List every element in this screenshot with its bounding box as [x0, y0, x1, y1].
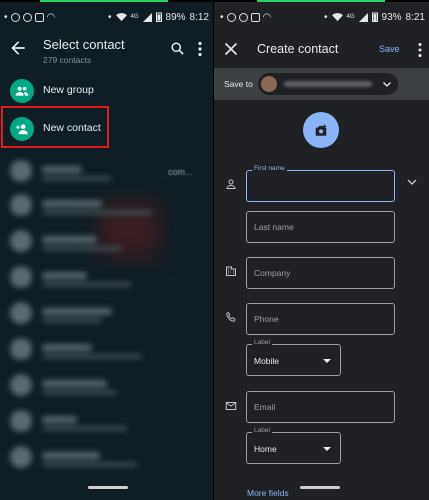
email-placeholder: Email	[254, 402, 276, 412]
back-arrow-icon[interactable]	[8, 38, 28, 58]
more-options-icon[interactable]	[417, 42, 423, 58]
last-name-placeholder: Last name	[254, 222, 294, 232]
app-icon	[250, 12, 260, 22]
app-icon	[34, 12, 44, 22]
cell-signal-icon	[358, 12, 368, 22]
list-item[interactable]	[8, 336, 208, 366]
top-indicator	[214, 0, 429, 2]
phone-label-value: Mobile	[254, 356, 280, 366]
phone-label-caption: Label	[252, 339, 272, 346]
email-icon	[225, 402, 237, 410]
whatsapp-icon	[10, 12, 20, 22]
group-icon	[10, 79, 34, 103]
network-type: 4G	[346, 14, 355, 20]
battery-icon	[371, 12, 378, 22]
last-name-field[interactable]: Last name	[246, 211, 395, 243]
clock: 8:21	[405, 11, 425, 23]
nav-handle[interactable]	[300, 486, 340, 489]
new-group-label: New group	[43, 84, 94, 96]
chevron-down-icon[interactable]	[406, 176, 418, 188]
list-item[interactable]	[8, 192, 208, 222]
highlight-box	[1, 106, 109, 148]
battery-percent: 89%	[165, 11, 186, 23]
close-icon[interactable]	[224, 42, 238, 56]
top-indicator	[0, 0, 213, 2]
page-title: Create contact	[257, 42, 339, 56]
first-name-field[interactable]: First name	[246, 165, 395, 202]
network-type: 4G	[130, 14, 139, 20]
account-selector[interactable]	[258, 73, 398, 95]
signal-dot-icon: •	[220, 11, 224, 23]
avatar	[261, 76, 277, 92]
save-to-label: Save to	[224, 79, 253, 89]
search-icon[interactable]	[170, 41, 185, 56]
list-item[interactable]	[8, 372, 208, 402]
list-item[interactable]	[8, 264, 208, 294]
phone-field[interactable]: Phone	[246, 303, 395, 335]
nav-handle[interactable]	[88, 486, 128, 489]
dropdown-arrow-icon	[323, 359, 331, 363]
company-placeholder: Company	[254, 268, 291, 278]
app-bar: Select contact 279 contacts	[0, 28, 213, 70]
first-name-label: First name	[252, 165, 287, 172]
add-photo-icon	[315, 124, 327, 136]
truncated-text: com...	[168, 167, 193, 177]
page-title: Select contact	[43, 37, 125, 52]
company-field[interactable]: Company	[246, 257, 395, 289]
screenshot-root: • ◠ • 4G 89% 8:12 Select contact 279 con…	[0, 0, 429, 500]
clock: 8:12	[189, 11, 209, 23]
battery-percent: 93%	[381, 11, 402, 23]
wifi-icon	[115, 12, 127, 21]
dropdown-arrow-icon	[323, 447, 331, 451]
dot-icon: •	[323, 11, 328, 23]
notification-icons: • ◠	[4, 12, 55, 23]
dot-icon: •	[107, 11, 112, 23]
email-field[interactable]: Email	[246, 391, 395, 423]
status-bar: • ◠ • 4G 93% 8:21	[220, 8, 425, 26]
company-icon	[226, 266, 236, 276]
phone-placeholder: Phone	[254, 314, 279, 324]
chevron-down-icon	[383, 82, 391, 87]
add-photo-button[interactable]	[303, 112, 339, 148]
email-label-value: Home	[254, 444, 277, 454]
contact-count: 279 contacts	[43, 55, 92, 65]
select-contact-screen: • ◠ • 4G 89% 8:12 Select contact 279 con…	[0, 0, 213, 500]
phone-icon	[226, 311, 236, 322]
account-email-redacted	[284, 81, 372, 87]
circle-icon	[238, 12, 248, 22]
cell-signal-icon	[142, 12, 152, 22]
phone-label-dropdown[interactable]: Label Mobile	[246, 339, 341, 376]
email-label-caption: Label	[252, 427, 272, 434]
person-icon	[226, 179, 236, 189]
save-to-bar: Save to	[214, 68, 429, 100]
more-options-icon[interactable]	[197, 41, 203, 57]
circle-icon	[22, 12, 32, 22]
notification-icons: • ◠	[220, 12, 271, 23]
arc-icon: ◠	[262, 11, 272, 23]
list-item[interactable]	[8, 228, 208, 258]
arc-icon: ◠	[46, 11, 56, 23]
email-label-dropdown[interactable]: Label Home	[246, 427, 341, 464]
list-item[interactable]	[8, 444, 208, 474]
wifi-icon	[331, 12, 343, 21]
battery-icon	[155, 12, 162, 22]
list-item[interactable]	[8, 408, 208, 438]
whatsapp-icon	[226, 12, 236, 22]
signal-dot-icon: •	[4, 11, 8, 23]
contact-list-blurred	[0, 152, 213, 492]
more-fields-link[interactable]: More fields	[247, 488, 289, 498]
list-item[interactable]	[8, 300, 208, 330]
save-button[interactable]: Save	[379, 44, 400, 54]
status-bar: • ◠ • 4G 89% 8:12	[4, 8, 209, 26]
create-contact-screen: • ◠ • 4G 93% 8:21 Create contact Save Sa…	[214, 0, 429, 500]
